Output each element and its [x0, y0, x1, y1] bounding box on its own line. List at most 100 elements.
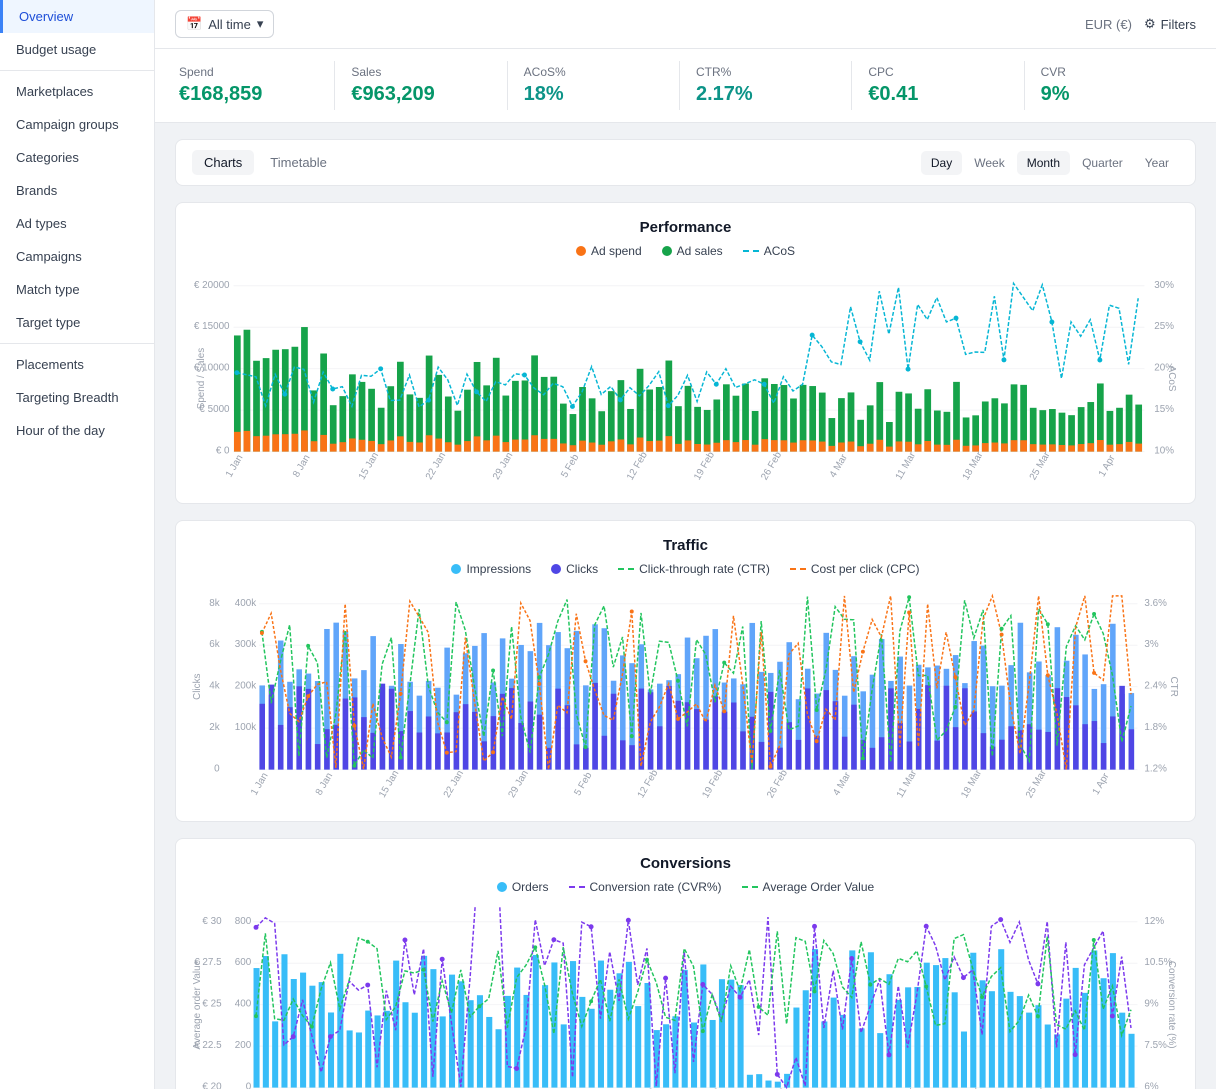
- kpi-cpc: CPC €0.41: [852, 61, 1024, 110]
- content-area: Charts Timetable Day Week Month Quarter: [155, 123, 1216, 1089]
- legend-ad-sales: Ad sales: [662, 244, 723, 258]
- time-tab-week[interactable]: Week: [964, 151, 1014, 175]
- chart-view-tabs: Charts Timetable: [192, 150, 339, 175]
- svg-text:18 Mar: 18 Mar: [959, 768, 984, 801]
- legend-aov: Average Order Value: [742, 880, 875, 894]
- sidebar-item-ad-types[interactable]: Ad types: [0, 207, 154, 240]
- filter-icon: ⚙: [1144, 16, 1156, 32]
- svg-text:1.2%: 1.2%: [1144, 764, 1167, 775]
- svg-text:1.8%: 1.8%: [1144, 722, 1167, 733]
- sidebar-item-targeting-breadth[interactable]: Targeting Breadth: [0, 381, 154, 414]
- svg-text:8 Jan: 8 Jan: [291, 453, 313, 479]
- svg-text:Clicks: Clicks: [192, 674, 203, 700]
- kpi-sales: Sales €963,209: [335, 61, 507, 110]
- svg-text:11 Mar: 11 Mar: [894, 450, 919, 482]
- svg-text:200: 200: [235, 1040, 252, 1051]
- sidebar-item-campaign-groups[interactable]: Campaign groups: [0, 108, 154, 141]
- sidebar-item-campaigns[interactable]: Campaigns: [0, 240, 154, 273]
- conversions-chart-title: Conversions: [192, 855, 1179, 872]
- conversions-chart-container: € 30 € 27.5 € 25 € 22.5 € 20 800 600 400…: [192, 906, 1179, 1089]
- svg-text:€ 20000: € 20000: [194, 280, 230, 291]
- sidebar-item-overview[interactable]: Overview: [0, 0, 154, 33]
- svg-text:6%: 6%: [1144, 1082, 1158, 1089]
- topbar-right: EUR (€) ⚙ Filters: [1085, 16, 1196, 32]
- legend-ad-spend: Ad spend: [576, 244, 642, 258]
- time-tab-quarter[interactable]: Quarter: [1072, 151, 1133, 175]
- date-filter-button[interactable]: 📅 All time ▾: [175, 10, 274, 38]
- svg-text:800: 800: [235, 916, 252, 927]
- svg-text:2.4%: 2.4%: [1144, 681, 1167, 692]
- tab-timetable[interactable]: Timetable: [258, 150, 339, 175]
- legend-orders: Orders: [497, 880, 549, 894]
- kpi-bar: Spend €168,859 Sales €963,209 ACoS% 18% …: [155, 49, 1216, 123]
- svg-text:CTR: CTR: [1168, 677, 1179, 697]
- sidebar-item-categories[interactable]: Categories: [0, 141, 154, 174]
- svg-text:600: 600: [235, 957, 252, 968]
- svg-text:10%: 10%: [1154, 446, 1174, 457]
- traffic-chart-svg: 8k 6k 4k 2k 0 400k 300k 200k 100k 3.6% 3…: [192, 588, 1179, 805]
- legend-dot-orange: [576, 246, 586, 256]
- svg-text:4 Mar: 4 Mar: [828, 452, 850, 480]
- sidebar-item-brands[interactable]: Brands: [0, 174, 154, 207]
- legend-cpc: Cost per click (CPC): [790, 562, 920, 576]
- svg-text:1 Jan: 1 Jan: [249, 771, 271, 797]
- legend-line-green-2: [742, 886, 758, 888]
- svg-text:8k: 8k: [209, 598, 219, 609]
- svg-text:200k: 200k: [235, 681, 256, 692]
- svg-text:1 Jan: 1 Jan: [224, 453, 246, 479]
- currency-label: EUR (€): [1085, 17, 1132, 32]
- time-tab-year[interactable]: Year: [1135, 151, 1179, 175]
- svg-text:19 Feb: 19 Feb: [692, 450, 717, 483]
- filters-button[interactable]: ⚙ Filters: [1144, 16, 1196, 32]
- kpi-acos: ACoS% 18%: [508, 61, 680, 110]
- time-tab-day[interactable]: Day: [921, 151, 962, 175]
- svg-text:Conversion rate (%): Conversion rate (%): [1166, 961, 1177, 1049]
- legend-dot-green: [662, 246, 672, 256]
- svg-text:Spend / Sales: Spend / Sales: [196, 348, 207, 409]
- legend-acos: ACoS: [743, 244, 795, 258]
- kpi-cvr: CVR 9%: [1025, 61, 1196, 110]
- legend-impressions: Impressions: [451, 562, 531, 576]
- sidebar-item-placements[interactable]: Placements: [0, 348, 154, 381]
- topbar: 📅 All time ▾ EUR (€) ⚙ Filters: [155, 0, 1216, 49]
- time-tab-month[interactable]: Month: [1017, 151, 1070, 175]
- sidebar-item-target-type[interactable]: Target type: [0, 306, 154, 339]
- main-area: 📅 All time ▾ EUR (€) ⚙ Filters Spend €16…: [155, 0, 1216, 1089]
- performance-legend: Ad spend Ad sales ACoS: [192, 244, 1179, 258]
- svg-text:15 Jan: 15 Jan: [377, 769, 401, 800]
- traffic-legend: Impressions Clicks Click-through rate (C…: [192, 562, 1179, 576]
- svg-text:8 Jan: 8 Jan: [314, 771, 336, 797]
- sidebar-item-marketplaces[interactable]: Marketplaces: [0, 75, 154, 108]
- svg-text:12 Feb: 12 Feb: [636, 768, 661, 801]
- sidebar-divider: [0, 70, 154, 71]
- sidebar-item-match-type[interactable]: Match type: [0, 273, 154, 306]
- chevron-down-icon: ▾: [257, 16, 264, 32]
- svg-text:3.6%: 3.6%: [1144, 598, 1167, 609]
- svg-text:22 Jan: 22 Jan: [424, 451, 448, 482]
- sidebar-divider-2: [0, 343, 154, 344]
- sidebar-item-hour-of-day[interactable]: Hour of the day: [0, 414, 154, 447]
- svg-text:4 Mar: 4 Mar: [831, 770, 853, 798]
- svg-text:€ 0: € 0: [216, 446, 230, 457]
- svg-text:€ 20: € 20: [202, 1082, 222, 1089]
- svg-text:25 Mar: 25 Mar: [1028, 449, 1053, 482]
- traffic-chart-container: 8k 6k 4k 2k 0 400k 300k 200k 100k 3.6% 3…: [192, 588, 1179, 805]
- legend-line-green: [618, 568, 634, 570]
- svg-text:12 Feb: 12 Feb: [625, 450, 650, 483]
- svg-text:11 Mar: 11 Mar: [895, 768, 920, 800]
- svg-text:ACoS: ACoS: [1166, 366, 1177, 392]
- svg-text:15 Jan: 15 Jan: [357, 451, 381, 482]
- svg-text:400k: 400k: [235, 598, 256, 609]
- svg-text:300k: 300k: [235, 639, 256, 650]
- traffic-chart-card: Traffic Impressions Clicks Click-through…: [175, 520, 1196, 822]
- svg-text:25 Mar: 25 Mar: [1024, 768, 1049, 801]
- sidebar-item-budget-usage[interactable]: Budget usage: [0, 33, 154, 66]
- svg-text:9%: 9%: [1144, 999, 1158, 1010]
- time-period-tabs: Day Week Month Quarter Year: [921, 151, 1179, 175]
- sidebar: Overview Budget usage Marketplaces Campa…: [0, 0, 155, 1089]
- tab-charts[interactable]: Charts: [192, 150, 254, 175]
- legend-ctr: Click-through rate (CTR): [618, 562, 770, 576]
- legend-line-purple: [569, 886, 585, 888]
- conversions-chart-svg: € 30 € 27.5 € 25 € 22.5 € 20 800 600 400…: [192, 906, 1179, 1089]
- svg-text:100k: 100k: [235, 722, 256, 733]
